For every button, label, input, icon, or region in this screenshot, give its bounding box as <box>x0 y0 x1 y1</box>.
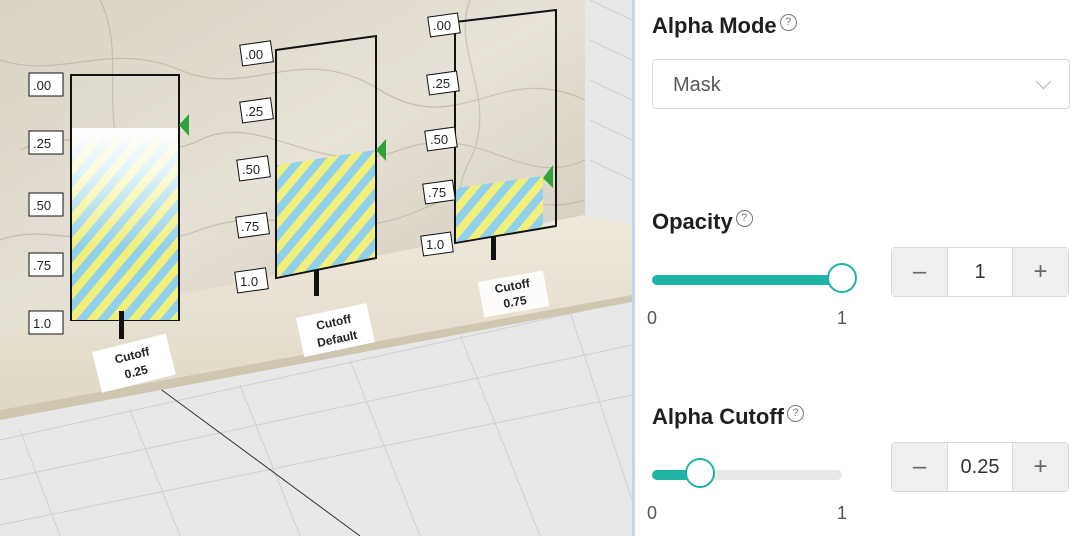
tick-label: .50 <box>430 132 448 147</box>
slider-handle[interactable] <box>827 263 857 293</box>
tick-label: 1.0 <box>426 237 444 252</box>
opacity-stepper[interactable]: – 1 + <box>891 247 1069 297</box>
alpha-cutoff-slider[interactable] <box>652 458 842 488</box>
tick-label: .25 <box>33 136 51 151</box>
opacity-max-label: 1 <box>837 308 848 328</box>
slider-track <box>652 275 842 285</box>
alpha-cutoff-min-label: 0 <box>647 503 658 523</box>
tick-label: 1.0 <box>240 274 258 289</box>
alpha-mode-select[interactable]: Mask <box>652 59 1070 109</box>
properties-panel: Alpha Mode ? Mask Opacity ? 0 1 – 1 + Al… <box>635 0 1091 536</box>
alpha-cutoff-value[interactable]: 0.25 <box>948 443 1012 491</box>
opacity-title: Opacity ? <box>652 209 753 235</box>
increment-button[interactable]: + <box>1012 443 1068 491</box>
question-circle-icon[interactable]: ? <box>779 13 797 31</box>
tick-label: .25 <box>432 76 450 91</box>
tick-label: .00 <box>245 47 263 62</box>
decrement-button[interactable]: – <box>892 248 948 296</box>
alpha-mode-title: Alpha Mode ? <box>652 13 797 39</box>
scene-canvas: .00 .25 .50 .75 1.0 Cutoff 0.25 .00 .25 … <box>0 0 632 536</box>
tick-label: .00 <box>433 18 451 33</box>
tick-label: .50 <box>242 162 260 177</box>
slider-handle[interactable] <box>684 458 715 488</box>
opacity-min-label: 0 <box>647 308 658 328</box>
3d-viewport[interactable]: .00 .25 .50 .75 1.0 Cutoff 0.25 .00 .25 … <box>0 0 632 536</box>
alpha-cutoff-title: Alpha Cutoff ? <box>652 404 804 430</box>
increment-button[interactable]: + <box>1012 248 1068 296</box>
tick-label: .25 <box>245 104 263 119</box>
alpha-mode-value: Mask <box>673 74 721 96</box>
question-circle-icon[interactable]: ? <box>786 404 804 422</box>
opacity-slider[interactable] <box>652 263 857 293</box>
chevron-down-icon <box>1035 73 1052 90</box>
alpha-cutoff-stepper[interactable]: – 0.25 + <box>891 442 1069 492</box>
tick-label: .00 <box>33 78 51 93</box>
decrement-button[interactable]: – <box>892 443 948 491</box>
alpha-cutoff-max-label: 1 <box>837 503 848 523</box>
tick-label: 1.0 <box>33 316 51 331</box>
question-circle-icon[interactable]: ? <box>735 209 753 227</box>
tick-label: .75 <box>33 258 51 273</box>
tick-label: .75 <box>428 185 446 200</box>
tick-label: .50 <box>33 198 51 213</box>
tick-label: .75 <box>241 219 259 234</box>
opacity-value[interactable]: 1 <box>948 248 1012 296</box>
